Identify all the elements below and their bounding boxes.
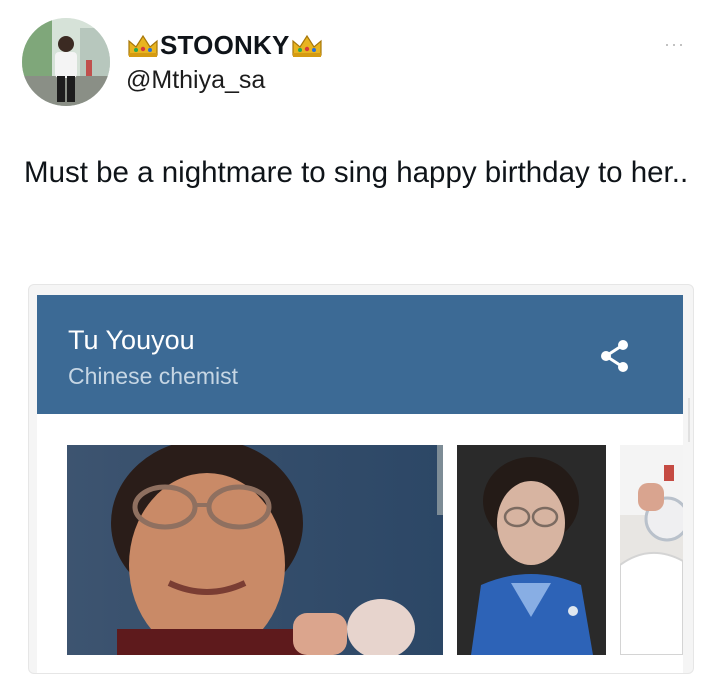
- scroll-edge-divider: [688, 398, 690, 442]
- display-name: STOONKY: [160, 30, 290, 60]
- lab-flask-image[interactable]: [620, 445, 683, 655]
- user-handle[interactable]: @Mthiya_sa: [126, 66, 265, 95]
- avatar[interactable]: [22, 18, 110, 106]
- knowledge-panel-card[interactable]: Tu Youyou Chinese chemist: [28, 284, 694, 674]
- portrait-image[interactable]: [67, 445, 443, 655]
- panel-subtitle: Chinese chemist: [68, 363, 239, 389]
- crown-emoji-icon: [126, 33, 160, 59]
- tweet-text: Must be a nightmare to sing happy birthd…: [24, 156, 689, 189]
- blue-suit-portrait-image[interactable]: [457, 445, 606, 655]
- display-name-row[interactable]: STOONKY: [126, 30, 324, 61]
- knowledge-panel-body: Tu Youyou Chinese chemist: [37, 295, 683, 673]
- knowledge-panel-header: Tu Youyou Chinese chemist: [37, 295, 683, 414]
- more-options-icon[interactable]: ···: [664, 34, 685, 55]
- share-icon[interactable]: [595, 336, 635, 376]
- crown-emoji-icon: [290, 33, 324, 59]
- panel-title[interactable]: Tu Youyou: [68, 325, 195, 356]
